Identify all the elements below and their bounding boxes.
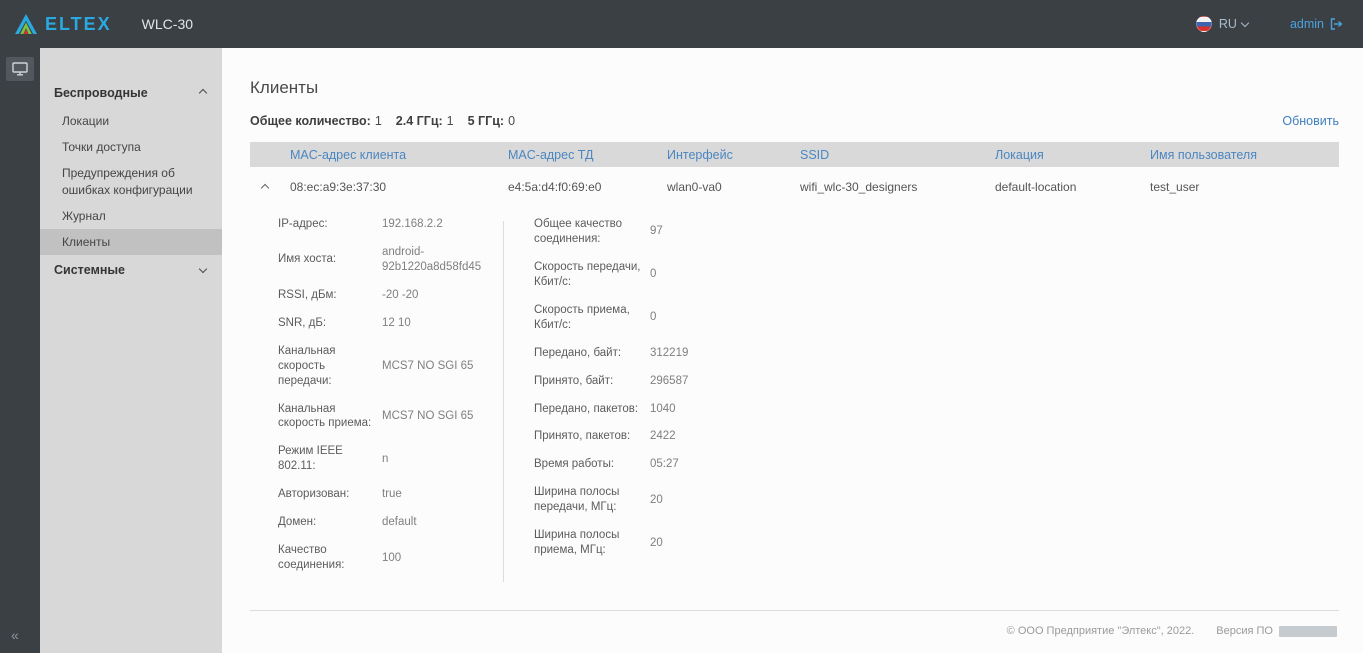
client-details: IP-адрес: 192.168.2.2 Имя хоста: android… (250, 207, 1339, 611)
username-label: admin (1290, 17, 1324, 31)
sidebar-group-system[interactable]: Системные (40, 255, 222, 285)
sidebar: Беспроводные Локации Точки доступа Преду… (40, 48, 222, 653)
sidebar-group-label: Системные (54, 263, 125, 277)
detail-domain: Домен: default (278, 515, 503, 530)
cell-interface: wlan0-va0 (667, 180, 800, 194)
detail-tx-bytes: Передано, байт: 312219 (534, 346, 864, 361)
detail-tx-bandwidth: Ширина полосы передачи, МГц: 20 (534, 485, 864, 515)
col-header-ap-mac[interactable]: MAC-адрес ТД (508, 148, 667, 162)
chevron-down-icon (1241, 18, 1249, 26)
details-divider (503, 221, 504, 582)
col-header-location[interactable]: Локация (995, 148, 1150, 162)
chevron-down-icon (199, 264, 207, 272)
detail-rx-bandwidth: Ширина полосы приема, МГц: 20 (534, 528, 864, 558)
cell-ssid: wifi_wlc-30_designers (800, 180, 995, 194)
detail-ip-address: IP-адрес: 192.168.2.2 (278, 217, 503, 232)
stat-total: Общее количество:1 (250, 114, 382, 128)
detail-rx-packets: Принято, пакетов: 2422 (534, 429, 864, 444)
detail-uptime: Время работы: 05:27 (534, 457, 864, 472)
refresh-button[interactable]: Обновить (1282, 114, 1339, 128)
col-header-interface[interactable]: Интерфейс (667, 148, 800, 162)
sidebar-item-clients[interactable]: Клиенты (40, 229, 222, 255)
table-header-row: MAC-адрес клиента MAC-адрес ТД Интерфейс… (250, 142, 1339, 167)
language-selector[interactable]: RU (1196, 16, 1248, 32)
version-label: Версия ПО (1216, 625, 1273, 637)
icon-rail: « (0, 48, 40, 653)
detail-rx-channel-rate: Канальная скорость приема: MCS7 NO SGI 6… (278, 402, 503, 432)
app-window: ELTEX WLC-30 RU admin (0, 0, 1363, 653)
chevron-up-icon (199, 89, 207, 97)
col-header-username[interactable]: Имя пользователя (1150, 148, 1339, 162)
main-content: Клиенты Общее количество:1 2.4 ГГц:1 5 Г… (222, 48, 1363, 653)
detail-overall-quality: Общее качество соединения: 97 (534, 217, 864, 247)
russian-flag-icon (1196, 16, 1212, 32)
sidebar-group-items: Локации Точки доступа Предупреждения об … (40, 108, 222, 255)
sidebar-group-label: Беспроводные (54, 86, 148, 100)
brand-name: ELTEX (45, 14, 112, 35)
clients-table: MAC-адрес клиента MAC-адрес ТД Интерфейс… (250, 142, 1339, 611)
detail-rssi: RSSI, дБм: -20 -20 (278, 288, 503, 303)
eltex-logo: ELTEX (14, 14, 112, 35)
detail-tx-packets: Передано, пакетов: 1040 (534, 402, 864, 417)
col-header-client-mac[interactable]: MAC-адрес клиента (290, 148, 508, 162)
stat-5ghz: 5 ГГц:0 (468, 114, 515, 128)
client-details-right: Общее качество соединения: 97 Скорость п… (534, 217, 864, 586)
sidebar-item-config-warnings[interactable]: Предупреждения об ошибках конфигурации (40, 160, 222, 202)
version-value-redacted (1279, 626, 1337, 637)
topbar-right: RU admin (1196, 16, 1343, 32)
language-label: RU (1219, 17, 1237, 31)
logout-control[interactable]: admin (1290, 17, 1343, 31)
detail-ieee-mode: Режим IEEE 802.11: n (278, 444, 503, 474)
copyright-text: © ООО Предприятие "Элтекс", 2022. (1007, 625, 1195, 637)
sidebar-group-wireless[interactable]: Беспроводные (40, 78, 222, 108)
col-header-ssid[interactable]: SSID (800, 148, 995, 162)
collapse-sidebar-button[interactable]: « (11, 627, 19, 643)
sidebar-item-access-points[interactable]: Точки доступа (40, 134, 222, 160)
detail-tx-speed: Скорость передачи, Кбит/с: 0 (534, 260, 864, 290)
sidebar-item-locations[interactable]: Локации (40, 108, 222, 134)
sidebar-item-journal[interactable]: Журнал (40, 203, 222, 229)
cell-username: test_user (1150, 180, 1339, 194)
clients-summary: Общее количество:1 2.4 ГГц:1 5 ГГц:0 Обн… (250, 114, 1339, 128)
cell-client-mac: 08:ec:a9:3e:37:30 (290, 180, 508, 194)
monitor-icon (12, 62, 28, 76)
client-details-left: IP-адрес: 192.168.2.2 Имя хоста: android… (278, 217, 503, 586)
detail-authorized: Авторизован: true (278, 487, 503, 502)
detail-rx-speed: Скорость приема, Кбит/с: 0 (534, 303, 864, 333)
detail-rx-bytes: Принято, байт: 296587 (534, 374, 864, 389)
logout-icon (1330, 18, 1343, 30)
detail-snr: SNR, дБ: 12 10 (278, 316, 503, 331)
footer: © ООО Предприятие "Элтекс", 2022. Версия… (250, 625, 1339, 653)
detail-hostname: Имя хоста: android-92b1220a8d58fd45 (278, 245, 503, 275)
table-row[interactable]: 08:ec:a9:3e:37:30 e4:5a:d4:f0:69:e0 wlan… (250, 167, 1339, 207)
topbar: ELTEX WLC-30 RU admin (0, 0, 1363, 48)
stat-24ghz: 2.4 ГГц:1 (396, 114, 454, 128)
detail-tx-channel-rate: Канальная скорость передачи: MCS7 NO SGI… (278, 344, 503, 389)
cell-ap-mac: e4:5a:d4:f0:69:e0 (508, 180, 667, 194)
monitoring-rail-button[interactable] (6, 57, 34, 81)
detail-link-quality: Качество соединения: 100 (278, 543, 503, 573)
eltex-logo-icon (14, 14, 38, 34)
page-title: Клиенты (250, 78, 1339, 98)
product-name: WLC-30 (142, 16, 193, 32)
cell-location: default-location (995, 180, 1150, 194)
collapse-row-icon[interactable] (261, 184, 269, 192)
